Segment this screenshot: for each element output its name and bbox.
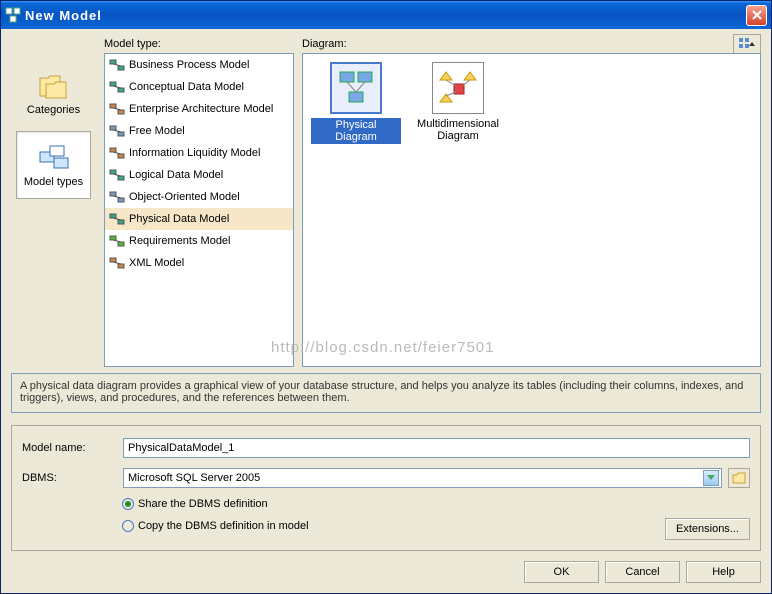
model-type-item[interactable]: Free Model (105, 120, 293, 142)
diagram-icon-box (330, 62, 382, 114)
form-area: Model name: DBMS: Microsoft SQL Server 2… (11, 425, 761, 551)
model-type-item[interactable]: XML Model (105, 252, 293, 274)
model-icon (109, 79, 125, 95)
cancel-button[interactable]: Cancel (605, 561, 680, 583)
multidimensional-diagram-icon (438, 68, 478, 108)
model-name-label: Model name: (22, 442, 117, 454)
model-type-label: Business Process Model (129, 59, 249, 71)
new-model-dialog: New Model Categories Model types Model t… (0, 0, 772, 594)
titlebar: New Model (1, 1, 771, 29)
model-type-item[interactable]: Object-Oriented Model (105, 186, 293, 208)
dbms-dropdown[interactable]: Microsoft SQL Server 2005 (123, 468, 722, 488)
model-name-input[interactable] (123, 438, 750, 458)
model-type-label: Free Model (129, 125, 185, 137)
window-title: New Model (25, 8, 746, 23)
radio-icon (122, 498, 134, 510)
dbms-label: DBMS: (22, 472, 117, 484)
ok-button[interactable]: OK (524, 561, 599, 583)
dialog-buttons: OK Cancel Help (11, 561, 761, 583)
diagram-item[interactable]: Multidimensional Diagram (413, 62, 503, 144)
extensions-button[interactable]: Extensions... (665, 518, 750, 540)
app-icon (5, 7, 21, 23)
model-icon (109, 211, 125, 227)
model-types-button[interactable]: Model types (16, 131, 91, 199)
dbms-value: Microsoft SQL Server 2005 (128, 472, 260, 484)
physical-diagram-icon (336, 68, 376, 108)
model-type-label: Conceptual Data Model (129, 81, 244, 93)
model-type-item[interactable]: Logical Data Model (105, 164, 293, 186)
close-icon (752, 10, 762, 20)
dialog-content: Categories Model types Model type: Busin… (1, 29, 771, 593)
model-type-list[interactable]: Business Process Model Conceptual Data Mo… (104, 53, 294, 367)
model-type-item[interactable]: Enterprise Architecture Model (105, 98, 293, 120)
model-types-icon (38, 142, 70, 174)
model-type-label: Information Liquidity Model (129, 147, 260, 159)
model-type-item[interactable]: Requirements Model (105, 230, 293, 252)
category-sidebar: Categories Model types (11, 35, 96, 367)
model-icon (109, 255, 125, 271)
folder-icon (38, 70, 70, 102)
model-icon (109, 57, 125, 73)
help-button[interactable]: Help (686, 561, 761, 583)
description-box: A physical data diagram provides a graph… (11, 373, 761, 413)
model-icon (109, 233, 125, 249)
model-types-label: Model types (24, 176, 83, 188)
chevron-down-icon (707, 475, 715, 481)
model-type-panel: Model type: Business Process Model Concep… (104, 35, 294, 367)
model-icon (109, 189, 125, 205)
diagram-icon-box (432, 62, 484, 114)
diagram-panel: Diagram: Physical Diagram Multidimensiona… (302, 35, 761, 367)
model-icon (109, 145, 125, 161)
model-type-label: Logical Data Model (129, 169, 223, 181)
model-type-label: Object-Oriented Model (129, 191, 240, 203)
model-icon (109, 167, 125, 183)
browse-dbms-button[interactable] (728, 468, 750, 488)
folder-icon (732, 472, 746, 484)
diagram-list[interactable]: Physical Diagram Multidimensional Diagram (302, 53, 761, 367)
grid-view-icon (739, 38, 755, 50)
model-type-item[interactable]: Information Liquidity Model (105, 142, 293, 164)
view-mode-button[interactable] (733, 34, 761, 54)
model-icon (109, 123, 125, 139)
share-dbms-label: Share the DBMS definition (138, 498, 268, 510)
model-type-label: Enterprise Architecture Model (129, 103, 273, 115)
diagram-heading: Diagram: (302, 38, 347, 50)
model-type-heading: Model type: (104, 38, 161, 50)
model-type-label: Physical Data Model (129, 213, 229, 225)
model-type-item[interactable]: Physical Data Model (105, 208, 293, 230)
categories-button[interactable]: Categories (16, 59, 91, 127)
diagram-item[interactable]: Physical Diagram (311, 62, 401, 144)
categories-label: Categories (27, 104, 80, 116)
model-type-item[interactable]: Business Process Model (105, 54, 293, 76)
model-type-label: Requirements Model (129, 235, 231, 247)
close-button[interactable] (746, 5, 767, 26)
model-type-label: XML Model (129, 257, 184, 269)
model-type-item[interactable]: Conceptual Data Model (105, 76, 293, 98)
diagram-label: Multidimensional Diagram (413, 118, 503, 142)
model-icon (109, 101, 125, 117)
diagram-label: Physical Diagram (311, 118, 401, 144)
dropdown-arrow-button[interactable] (703, 470, 719, 486)
share-dbms-radio[interactable]: Share the DBMS definition (122, 498, 750, 510)
